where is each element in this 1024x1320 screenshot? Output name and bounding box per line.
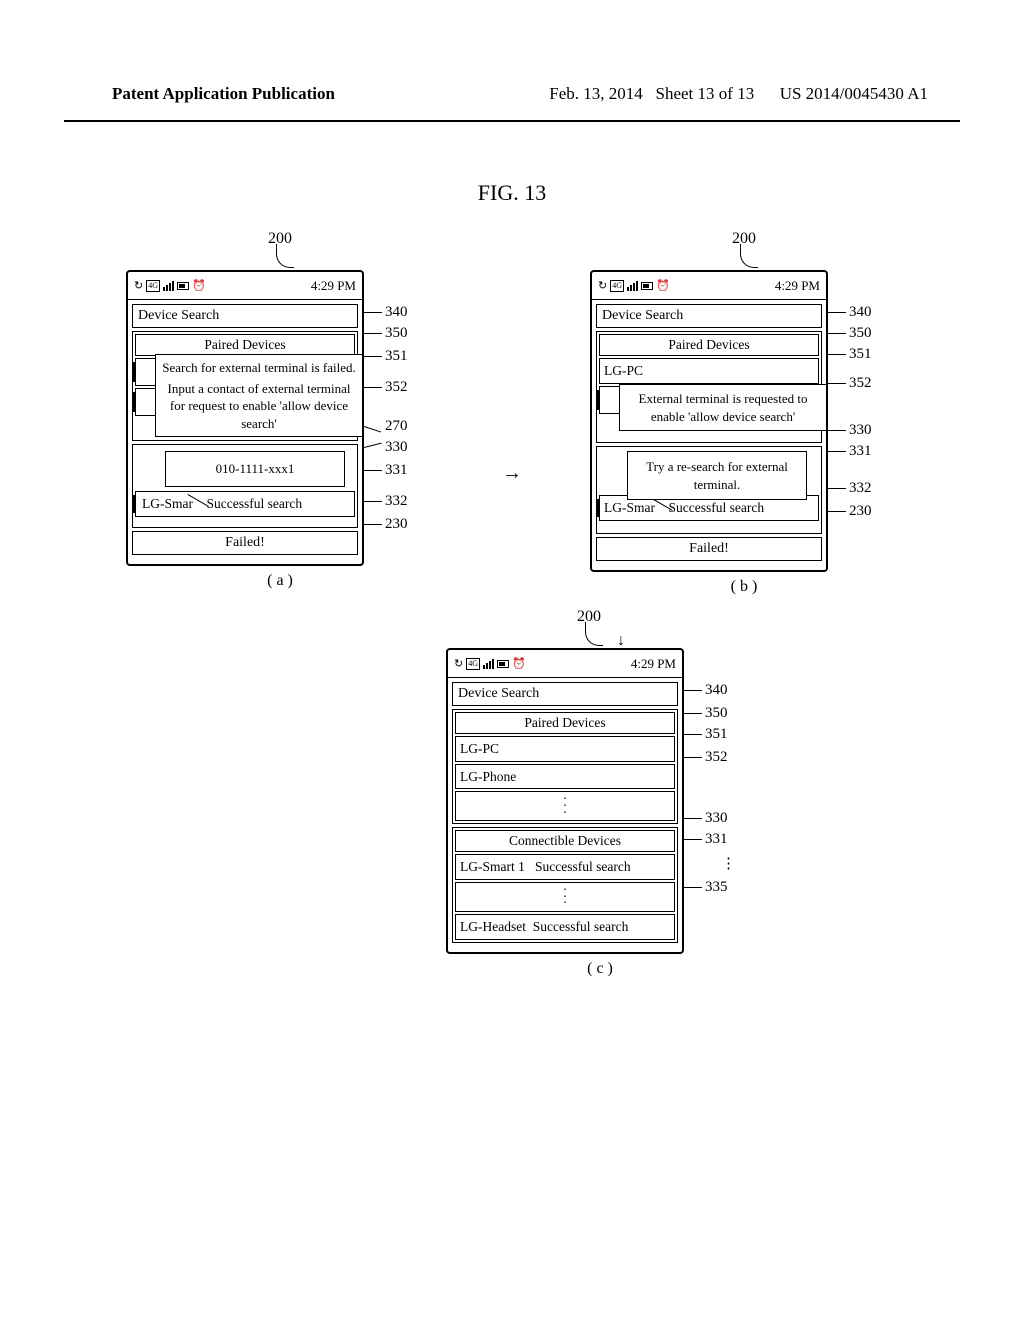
device-status: Successful search <box>533 919 629 934</box>
subfigure-a: 200 ↻ 4G ⏰ 4:29 PM <box>112 230 448 590</box>
status-bar: ↻ 4G ⏰ 4:29 PM <box>128 272 362 300</box>
network-4g-icon: 4G <box>146 280 160 292</box>
list-item[interactable]: LG-PC <box>455 736 675 762</box>
phone-c: ↻ 4G ⏰ 4:29 PM Device Search Paire <box>446 648 684 954</box>
connectible-header: Connectible Devices <box>455 830 675 852</box>
retry-search-prompt[interactable]: Try a re-search for external terminal. <box>627 451 807 500</box>
rotate-icon: ↻ <box>454 657 463 670</box>
leader-diagonal <box>181 494 209 518</box>
list-item[interactable]: LG-PC <box>599 358 819 384</box>
status-bar: ↻ 4G ⏰ 4:29 PM <box>592 272 826 300</box>
paired-devices-header: Paired Devices <box>135 334 355 356</box>
status-time: 4:29 PM <box>775 278 820 294</box>
paired-devices-header: Paired Devices <box>455 712 675 734</box>
header-rule <box>64 120 960 122</box>
contact-input[interactable]: 010-1111-xxx1 <box>165 451 345 487</box>
phone-a: ↻ 4G ⏰ 4:29 PM Device Search Paire <box>126 270 364 566</box>
header-right: Feb. 13, 2014 Sheet 13 of 13 US 2014/004… <box>549 84 928 104</box>
device-name: LG-Headset <box>460 919 526 934</box>
popup-request-sent: External terminal is requested to enable… <box>619 384 827 431</box>
battery-icon <box>641 282 653 290</box>
figure-body: 200 ↻ 4G ⏰ 4:29 PM <box>0 206 1024 978</box>
network-4g-icon: 4G <box>466 658 480 670</box>
list-ellipsis: ··· <box>455 882 675 912</box>
header-left: Patent Application Publication <box>112 84 335 104</box>
device-status: Successful search <box>669 500 765 515</box>
status-bar: ↻ 4G ⏰ 4:29 PM <box>448 650 682 678</box>
alarm-icon: ⏰ <box>192 279 206 292</box>
status-time: 4:29 PM <box>311 278 356 294</box>
connectible-section: 010-1111-xxx1 LG-Smar Successful search <box>132 444 358 528</box>
signal-bars-icon <box>163 281 174 291</box>
figure-title: FIG. 13 <box>0 180 1024 206</box>
screen-title: Device Search <box>132 304 358 328</box>
page-header: Patent Application Publication Feb. 13, … <box>0 0 1024 114</box>
connectible-section: Try a re-search for external terminal. L… <box>596 446 822 534</box>
list-item[interactable]: LG-Smart 1 Successful search <box>455 854 675 880</box>
ref-200-a: 200 <box>266 230 294 268</box>
alarm-icon: ⏰ <box>512 657 526 670</box>
popup-search-failed: Search for external terminal is failed. … <box>155 354 363 437</box>
footer-status: Failed! <box>596 537 822 561</box>
screen-title: Device Search <box>596 304 822 328</box>
battery-icon <box>177 282 189 290</box>
paired-devices-section: Paired Devices LG-PC External terminal i… <box>596 331 822 443</box>
leader-lines-b: 340 350 351 352 330 331 332 230 <box>828 270 898 520</box>
arrow-b-to-c: ↓ <box>617 636 625 646</box>
list-ellipsis: ··· <box>455 791 675 821</box>
phone-b: ↻ 4G ⏰ 4:29 PM Device Search Paire <box>590 270 828 572</box>
rotate-icon: ↻ <box>598 279 607 292</box>
screen-title: Device Search <box>452 682 678 706</box>
device-name: LG-Smart 1 <box>460 859 525 874</box>
list-item[interactable]: LG-Smar Successful search <box>135 491 355 517</box>
subfigure-label-a: ( a ) <box>267 572 293 590</box>
list-item[interactable]: LG-Phone <box>455 764 675 790</box>
device-status: Successful search <box>207 496 303 511</box>
status-time: 4:29 PM <box>631 656 676 672</box>
alarm-icon: ⏰ <box>656 279 670 292</box>
signal-bars-icon <box>483 659 494 669</box>
popup-line-2: Input a contact of external terminal for… <box>162 380 356 433</box>
paired-devices-header: Paired Devices <box>599 334 819 356</box>
paired-devices-section: Paired Devices LG-PC LG-Phone ··· <box>452 709 678 824</box>
status-icons: ↻ 4G ⏰ <box>134 279 206 292</box>
leader-lines-a: 340 350 351 352 270 330 331 332 230 <box>364 270 434 533</box>
paired-devices-section: Paired Devices Search for external termi… <box>132 331 358 441</box>
leader-ellipsis: ⋮ <box>684 854 754 873</box>
subfigure-label-b: ( b ) <box>731 578 758 596</box>
connectible-section: Connectible Devices LG-Smart 1 Successfu… <box>452 827 678 942</box>
battery-icon <box>497 660 509 668</box>
subfigure-c: 200 ↓ ↻ 4G ⏰ <box>432 608 768 978</box>
footer-status: Failed! <box>132 531 358 555</box>
list-item[interactable]: LG-Headset Successful search <box>455 914 675 940</box>
subfigure-b: 200 ↻ 4G ⏰ 4:29 PM <box>576 230 912 596</box>
ref-200-b: 200 <box>730 230 758 268</box>
subfigure-label-c: ( c ) <box>587 960 613 978</box>
rotate-icon: ↻ <box>134 279 143 292</box>
popup-line-1: Search for external terminal is failed. <box>162 359 356 377</box>
ref-200-c: 200 <box>575 608 603 646</box>
device-status: Successful search <box>535 859 631 874</box>
network-4g-icon: 4G <box>610 280 624 292</box>
arrow-a-to-b: → <box>502 342 522 485</box>
leader-lines-c: 340 350 351 352 330 331 ⋮ 335 <box>684 648 754 896</box>
signal-bars-icon <box>627 281 638 291</box>
